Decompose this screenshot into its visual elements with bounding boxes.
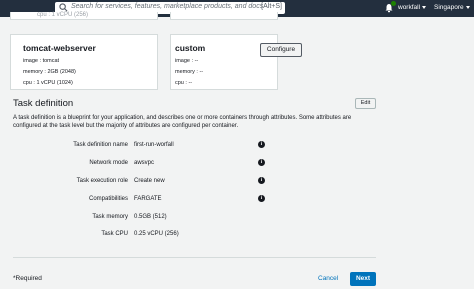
- user-name: workfall: [398, 4, 421, 11]
- card-memory: memory : --: [175, 69, 204, 75]
- footer-divider: [13, 257, 376, 258]
- card-title: custom: [175, 43, 206, 53]
- card-cpu: cpu : --: [175, 80, 193, 86]
- row-value: first-run-worfall: [134, 142, 174, 148]
- row-value: Create new: [134, 178, 165, 184]
- task-cpu-row: Task CPU 0.25 vCPU (256): [0, 230, 474, 240]
- previous-container-card: cpu : 1 vCPU (256): [10, 12, 158, 20]
- row-value: awsvpc: [134, 160, 155, 166]
- chevron-down-icon: [465, 5, 470, 9]
- required-note: *Required: [13, 275, 42, 282]
- row-value: 0.5GB (512): [134, 214, 167, 220]
- row-label: Network mode: [89, 160, 128, 166]
- notification-dot: [391, 1, 396, 6]
- user-menu[interactable]: workfall: [398, 4, 427, 11]
- edit-button[interactable]: Edit: [355, 98, 376, 109]
- row-label: Task CPU: [101, 231, 128, 237]
- info-icon[interactable]: i: [258, 141, 265, 148]
- card-image: image : --: [175, 58, 199, 64]
- chevron-down-icon: [422, 5, 427, 9]
- compatibilities-row: Compatibilities FARGATE i: [0, 195, 474, 205]
- row-label: Compatibilities: [88, 196, 128, 202]
- info-icon[interactable]: i: [258, 177, 265, 184]
- next-button[interactable]: Next: [350, 272, 376, 286]
- search-icon: [59, 3, 68, 12]
- row-label: Task memory: [92, 214, 128, 220]
- previous-card-cut-text: cpu : 1 vCPU (256): [37, 12, 89, 18]
- row-value: FARGATE: [134, 196, 162, 202]
- row-value: 0.25 vCPU (256): [134, 231, 179, 237]
- task-definition-name-row: Task definition name first-run-worfall i: [0, 141, 474, 151]
- info-icon[interactable]: i: [258, 195, 265, 202]
- card-memory: memory : 2GB (2048): [23, 69, 76, 75]
- section-title: Task definition: [13, 98, 74, 109]
- info-icon[interactable]: i: [258, 159, 265, 166]
- task-memory-row: Task memory 0.5GB (512): [0, 213, 474, 223]
- row-label: Task execution role: [76, 178, 128, 184]
- row-label: Task definition name: [73, 142, 128, 148]
- task-execution-role-row: Task execution role Create new i: [0, 177, 474, 187]
- search-shortcut: [Alt+S]: [261, 3, 282, 10]
- cancel-button[interactable]: Cancel: [318, 275, 338, 282]
- card-image: image : tomcat: [23, 58, 60, 64]
- region-name: Singapore: [434, 4, 464, 11]
- card-title: tomcat-webserver: [23, 43, 96, 53]
- container-card-tomcat-webserver: tomcat-webserver image : tomcat memory :…: [10, 34, 158, 90]
- region-menu[interactable]: Singapore: [434, 4, 470, 11]
- section-description: A task definition is a blueprint for you…: [13, 115, 352, 130]
- network-mode-row: Network mode awsvpc i: [0, 159, 474, 169]
- previous-container-card: [170, 12, 278, 20]
- configure-button[interactable]: Configure: [260, 43, 302, 57]
- card-cpu: cpu : 1 vCPU (1024): [23, 80, 73, 86]
- search-placeholder: Search for services, features, marketpla…: [71, 3, 264, 10]
